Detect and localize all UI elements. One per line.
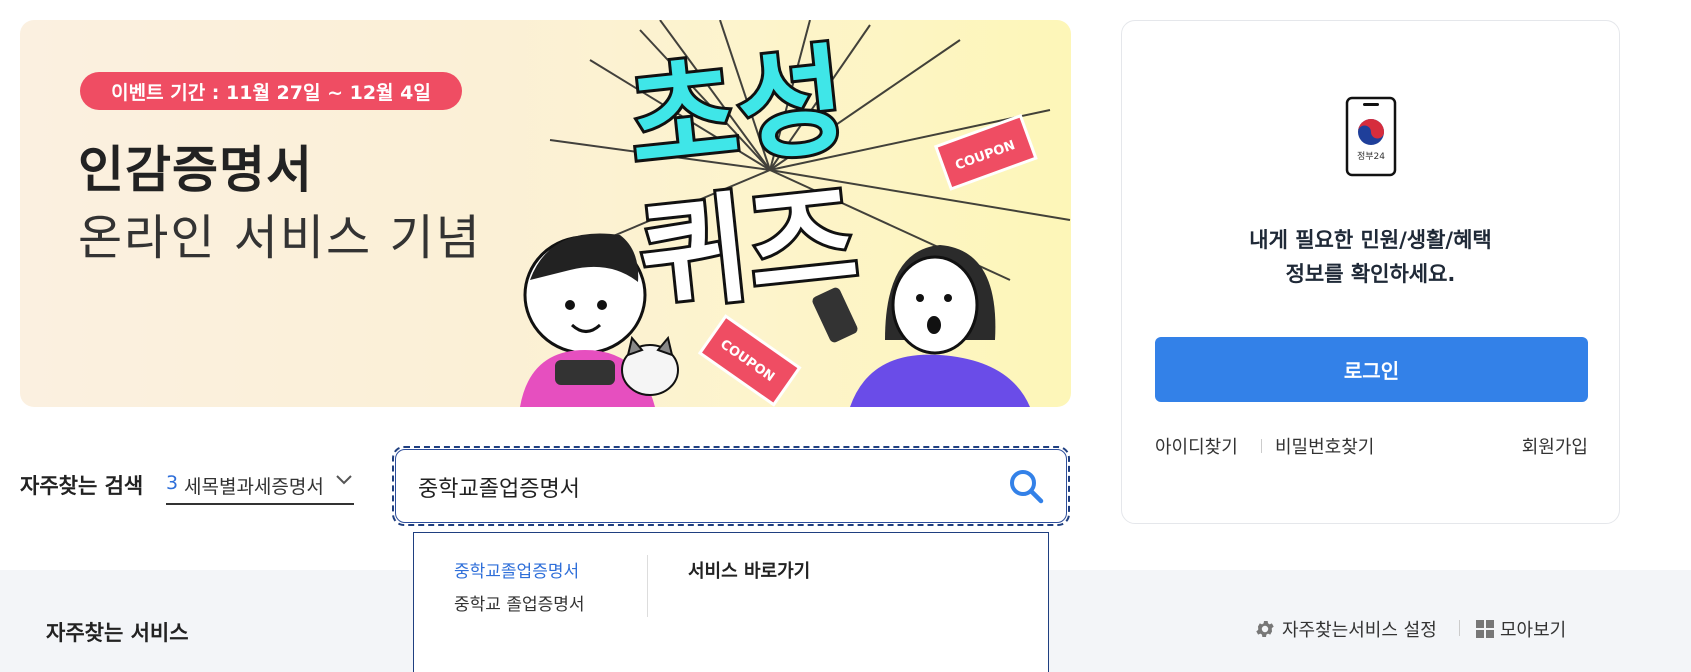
gov24-phone-icon: 정부24 [1345,96,1397,177]
search-icon[interactable] [1008,468,1044,504]
view-all-button[interactable]: 모아보기 [1476,616,1566,642]
fav-search-selected: 세목별과세증명서 [184,476,324,498]
coupon-icon: COUPON [697,314,802,407]
cat-character [621,335,679,396]
event-banner[interactable]: 이벤트 기간 : 11월 27일 ~ 12월 4일 인감증명서 온라인 서비스 … [20,20,1071,407]
fav-search-dropdown[interactable]: 3 세목별과세증명서 [166,465,354,505]
autocomplete-item[interactable]: 중학교 졸업증명서 [454,590,585,615]
find-id-link[interactable]: 아이디찾기 [1155,433,1238,459]
fav-services-settings-button[interactable]: 자주찾는서비스 설정 [1254,616,1437,642]
fav-search-label: 자주찾는 검색 [20,474,144,498]
gear-icon [1256,621,1274,637]
chevron-down-icon [336,475,352,485]
fav-services-title: 자주찾는 서비스 [46,621,189,645]
view-all-label: 모아보기 [1500,620,1567,641]
grid-icon [1476,620,1494,638]
gov24-logo-text: 정부24 [1357,151,1385,162]
find-password-link[interactable]: 비밀번호찾기 [1275,433,1374,459]
banner-title: 인감증명서 [78,141,313,199]
search-autocomplete: 중학교졸업증명서 중학교 졸업증명서 서비스 바로가기 [413,532,1049,672]
banner-illustration: 초성 퀴즈 COUPON COUPON [520,20,1071,407]
search-input[interactable] [418,470,978,504]
service-shortcut-title: 서비스 바로가기 [688,561,811,582]
login-links: 아이디찾기 비밀번호찾기 회원가입 [1155,433,1588,459]
signup-link[interactable]: 회원가입 [1522,433,1588,459]
quiz-title-line1: 초성 [622,30,852,190]
divider [647,555,648,617]
login-message-line1: 내게 필요한 민원/생활/혜택 [1249,228,1492,252]
divider [1459,620,1460,636]
banner-subtitle: 온라인 서비스 기념 [78,210,482,266]
fav-search-rank: 3 [166,472,179,494]
divider [1261,439,1262,453]
login-card: 정부24 내게 필요한 민원/생활/혜택 정보를 확인하세요. 로그인 아이디찾… [1121,20,1620,524]
autocomplete-item[interactable]: 중학교졸업증명서 [454,557,579,582]
fav-services-settings-label: 자주찾는서비스 설정 [1282,620,1437,641]
event-period-badge: 이벤트 기간 : 11월 27일 ~ 12월 4일 [80,72,462,110]
search-box [392,446,1070,526]
login-button[interactable]: 로그인 [1155,337,1588,402]
login-message-line2: 정보를 확인하세요. [1285,262,1456,286]
coupon-icon: COUPON [933,113,1038,191]
